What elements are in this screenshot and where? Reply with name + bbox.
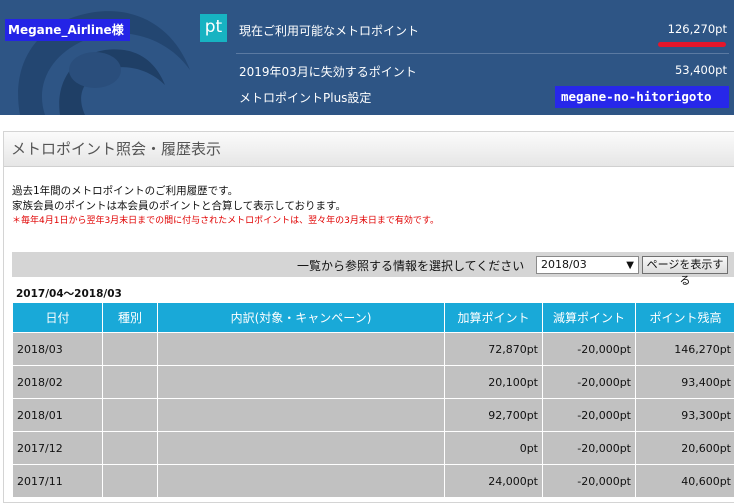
available-points-label: 現在ご利用可能なメトロポイント [239, 24, 420, 38]
cell-subtracted: -20,000pt [542, 398, 636, 432]
chevron-down-icon: ▼ [626, 260, 634, 271]
cell-subtracted: -20,000pt [542, 332, 636, 366]
brand-swirl-logo [18, 11, 191, 115]
cell-date: 2018/03 [12, 332, 103, 366]
user-name-tag: Megane_Airline様 [5, 19, 130, 41]
cell-type [102, 431, 158, 465]
expiring-points-label: 2019年03月に失効するポイント [239, 65, 417, 79]
blog-watermark-tag: megane-no-hitorigoto [555, 86, 729, 108]
cell-balance: 20,600pt [635, 431, 734, 465]
user-honorific: 様 [111, 23, 124, 37]
panel-title: メトロポイント照会・履歴表示 [4, 132, 734, 167]
col-header-balance: ポイント残高 [635, 302, 734, 333]
cell-subtracted: -20,000pt [542, 365, 636, 399]
cell-balance: 93,400pt [635, 365, 734, 399]
description-line-2: 家族会員のポイントは本会員のポイントと合算して表示しております。 [12, 200, 347, 212]
col-header-date: 日付 [12, 302, 103, 333]
cell-added: 72,870pt [444, 332, 543, 366]
cell-detail [157, 431, 445, 465]
cell-balance: 93,300pt [635, 398, 734, 432]
points-history-table: 日付 種別 内訳(対象・キャンペーン) 加算ポイント 減算ポイント ポイント残高… [12, 302, 734, 498]
period-select[interactable]: 2018/03 ▼ [536, 256, 639, 274]
cell-type [102, 464, 158, 498]
user-name: Megane_Airline [8, 23, 112, 37]
col-header-detail: 内訳(対象・キャンペーン) [157, 302, 445, 333]
points-plus-setting-label: メトロポイントPlus設定 [239, 91, 372, 105]
cell-date: 2018/01 [12, 398, 103, 432]
cell-balance: 40,600pt [635, 464, 734, 498]
col-header-subtracted: 減算ポイント [542, 302, 636, 333]
cell-balance: 146,270pt [635, 332, 734, 366]
expiring-points-row: 2019年03月に失効するポイント 53,400pt [236, 63, 729, 85]
table-row: 2018/02 20,100pt -20,000pt 93,400pt [12, 365, 734, 399]
cell-added: 92,700pt [444, 398, 543, 432]
cell-added: 20,100pt [444, 365, 543, 399]
cell-added: 24,000pt [444, 464, 543, 498]
cell-subtracted: -20,000pt [542, 431, 636, 465]
col-header-added: 加算ポイント [444, 302, 543, 333]
col-header-type: 種別 [102, 302, 158, 333]
cell-type [102, 398, 158, 432]
period-range: 2017/04～2018/03 [16, 288, 122, 300]
red-underline-annotation [658, 42, 726, 47]
description-text: 過去1年間のメトロポイントのご利用履歴です。 家族会員のポイントは本会員のポイン… [12, 184, 439, 229]
table-row: 2018/01 92,700pt -20,000pt 93,300pt [12, 398, 734, 432]
period-select-bar: 一覧から参照する情報を選択してください 2018/03 ▼ ページを表示する [12, 252, 734, 287]
cell-added: 0pt [444, 431, 543, 465]
cell-date: 2017/11 [12, 464, 103, 498]
table-row: 2017/11 24,000pt -20,000pt 40,600pt [12, 464, 734, 498]
table-row: 2018/03 72,870pt -20,000pt 146,270pt [12, 332, 734, 366]
points-icon: pt [200, 14, 227, 42]
description-line-1: 過去1年間のメトロポイントのご利用履歴です。 [12, 185, 239, 197]
cell-date: 2018/02 [12, 365, 103, 399]
cell-type [102, 365, 158, 399]
cell-date: 2017/12 [12, 431, 103, 465]
cell-detail [157, 365, 445, 399]
points-history-panel: メトロポイント照会・履歴表示 過去1年間のメトロポイントのご利用履歴です。 家族… [3, 131, 734, 503]
cell-detail [157, 332, 445, 366]
cell-detail [157, 464, 445, 498]
cell-subtracted: -20,000pt [542, 464, 636, 498]
points-summary-banner: Megane_Airline様 pt 現在ご利用可能なメトロポイント 126,2… [0, 0, 734, 115]
expiring-points-value: 53,400pt [674, 63, 727, 77]
table-row: 2017/12 0pt -20,000pt 20,600pt [12, 431, 734, 465]
expiry-note: ＊毎年4月1日から翌年3月末日までの間に付与されたメトロポイントは、翌々年の3月… [12, 216, 440, 226]
select-prompt: 一覧から参照する情報を選択してください [297, 259, 525, 273]
table-header-row: 日付 種別 内訳(対象・キャンペーン) 加算ポイント 減算ポイント ポイント残高 [12, 302, 734, 333]
available-points-value: 126,270pt [667, 22, 727, 36]
cell-type [102, 332, 158, 366]
available-points-row: 現在ご利用可能なメトロポイント 126,270pt [236, 22, 729, 54]
show-page-button[interactable]: ページを表示する [642, 256, 728, 287]
period-select-value: 2018/03 [541, 258, 587, 271]
cell-detail [157, 398, 445, 432]
